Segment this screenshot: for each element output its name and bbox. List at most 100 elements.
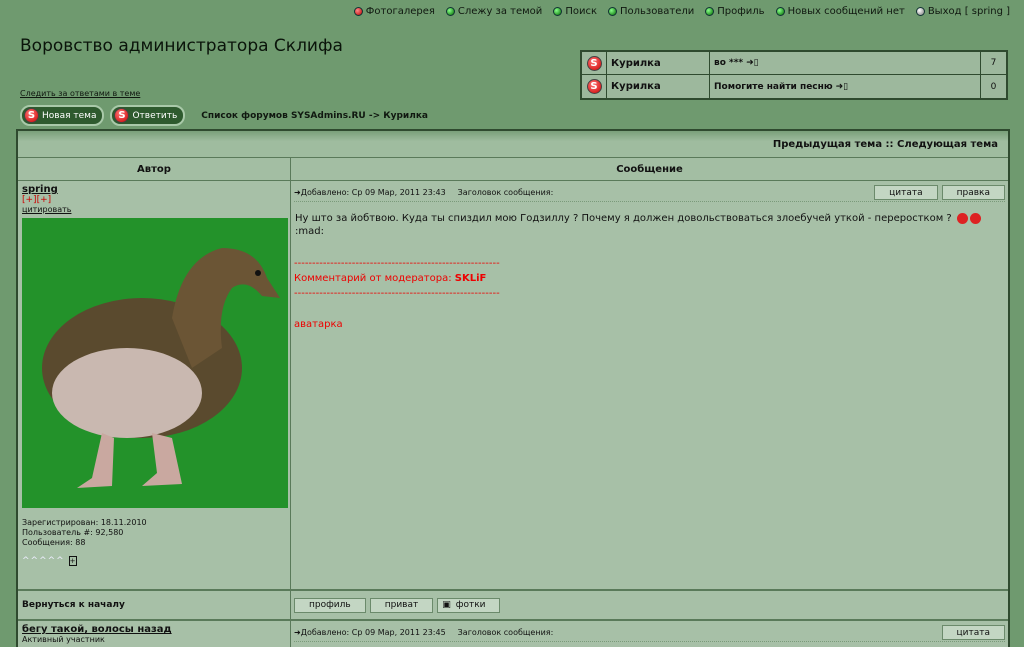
message-header: Сообщение — [616, 163, 683, 175]
top-nav: Фотогалерея Слежу за темой Поиск Пользов… — [353, 6, 1010, 17]
recent-count: 0 — [990, 81, 997, 92]
goose-avatar-image — [22, 218, 288, 508]
text-line: Ну што за йобтвою. Куда ты спиздил мою Г… — [295, 213, 952, 224]
reply-button[interactable]: S Ответить — [110, 105, 186, 126]
subject-label: Заголовок сообщения: — [457, 188, 554, 197]
camera-icon: ▣ — [442, 600, 451, 610]
quote-button[interactable]: цитата — [874, 185, 938, 200]
added-text: Добавлено: Ср 09 Мар, 2011 23:45 — [300, 628, 446, 637]
recent-topic-label: во *** — [714, 58, 744, 68]
green-ball-icon — [775, 7, 785, 16]
nav-label: Новых сообщений нет — [787, 6, 905, 17]
author-header: Автор — [18, 158, 291, 180]
author-name[interactable]: бегу такой, волосы назад — [22, 624, 286, 635]
post-footer: Вернуться к началу профиль приват ▣ фотки — [18, 591, 1008, 621]
recent-topics-box: S Курилка во *** ➜▯ 7 S Курилка Помогите … — [580, 50, 1008, 100]
post-body: ➜Добавлено: Ср 09 Мар, 2011 23:43 Заголо… — [291, 181, 1008, 589]
avatar — [22, 218, 288, 508]
nav-label: Фотогалерея — [365, 6, 435, 17]
rank-label: ^^^^^ — [22, 556, 65, 566]
mod-label: Комментарий от модератора: — [294, 273, 455, 284]
recent-row[interactable]: S Курилка во *** ➜▯ 7 — [582, 52, 1006, 75]
nav-profile[interactable]: Профиль — [705, 6, 765, 17]
added-text: Добавлено: Ср 09 Мар, 2011 23:43 — [300, 188, 446, 197]
post-header: ➜Добавлено: Ср 09 Мар, 2011 23:43 Заголо… — [294, 184, 1005, 202]
reputation-links[interactable]: [+][+] — [22, 195, 286, 205]
author-name[interactable]: spring — [22, 184, 286, 195]
green-ball-icon — [553, 7, 563, 16]
recent-count: 7 — [990, 58, 997, 68]
edit-button[interactable]: правка — [941, 185, 1005, 200]
registered-date: Зарегистрирован: 18.11.2010 — [22, 518, 147, 527]
post-date: ➜Добавлено: Ср 09 Мар, 2011 23:43 — [294, 188, 446, 197]
nav-label: Слежу за темой — [457, 6, 543, 17]
post-header: ➜Добавлено: Ср 09 Мар, 2011 23:45 Заголо… — [294, 624, 1005, 642]
action-bar: S Новая тема S Ответить Список форумов SYS… — [20, 105, 428, 126]
post-date: ➜Добавлено: Ср 09 Мар, 2011 23:45 — [294, 628, 446, 637]
reply-label: Ответить — [132, 110, 178, 121]
watch-topic-link[interactable]: Следить за ответами в теме — [20, 89, 140, 98]
nav-search[interactable]: Поиск — [553, 6, 597, 17]
recent-topic[interactable]: во *** ➜▯ — [710, 52, 981, 74]
s-logo-icon: S — [586, 55, 602, 71]
nav-label: Поиск — [565, 6, 597, 17]
separator: ----------------------------------------… — [294, 288, 500, 299]
separator: ----------------------------------------… — [294, 258, 500, 269]
clock-icon — [915, 7, 925, 16]
author-status: Активный участник — [22, 635, 105, 644]
user-number: Пользователь #: 92,580 — [22, 528, 124, 537]
breadcrumb[interactable]: Список форумов SYSAdmins.RU -> Курилка — [201, 111, 428, 121]
rank-stars: ^^^^^ + — [22, 556, 286, 566]
s-logo-icon: S — [114, 108, 130, 123]
recent-forum[interactable]: Курилка — [607, 75, 710, 98]
post-count: Сообщения: 88 — [22, 538, 86, 547]
post-body: ➜Добавлено: Ср 09 Мар, 2011 23:45 Заголо… — [291, 621, 1008, 647]
quote-link[interactable]: цитировать — [22, 205, 286, 214]
prev-next-nav[interactable]: Предыдущая тема :: Следующая тема — [18, 131, 1008, 158]
back-to-top[interactable]: Вернуться к началу — [18, 591, 291, 619]
topic-table: Предыдущая тема :: Следующая тема Автор … — [16, 129, 1010, 647]
green-ball-icon — [608, 7, 617, 16]
recent-topic[interactable]: Помогите найти песню ➜▯ — [710, 75, 981, 98]
goto-last-icon[interactable]: ➜▯ — [746, 58, 759, 68]
green-ball-icon — [705, 7, 715, 16]
new-topic-label: Новая тема — [42, 110, 97, 121]
mad-smiley-icon — [969, 212, 981, 224]
photos-button[interactable]: ▣ фотки — [437, 597, 501, 613]
subject-label: Заголовок сообщения: — [457, 628, 554, 637]
nav-new-messages[interactable]: Новых сообщений нет — [775, 6, 905, 17]
text-line: :mad: — [295, 226, 324, 237]
mad-smiley-icon — [956, 212, 968, 224]
post-author-panel: spring [+][+] цитировать Зарегистрирован… — [18, 181, 291, 589]
new-topic-button[interactable]: S Новая тема — [20, 105, 105, 126]
post-text: Ну што за йобтвою. Куда ты спиздил мою Г… — [294, 202, 1005, 238]
private-message-button[interactable]: приват — [369, 597, 434, 613]
green-ball-icon — [445, 7, 455, 16]
nav-label: Выход [ spring ] — [927, 6, 1010, 17]
post: бегу такой, волосы назад Активный участн… — [18, 621, 1008, 647]
nav-watching[interactable]: Слежу за темой — [445, 6, 543, 17]
recent-icon-cell: S — [582, 75, 607, 98]
mod-name: SKLiF — [454, 273, 487, 284]
quote-button[interactable]: цитата — [941, 625, 1005, 640]
s-logo-icon: S — [24, 108, 39, 123]
red-ball-icon — [353, 7, 363, 16]
nav-users[interactable]: Пользователи — [608, 6, 694, 17]
table-header: Автор Сообщение — [18, 158, 1008, 181]
mod-note: аватарка — [294, 319, 343, 330]
profile-button[interactable]: профиль — [294, 597, 366, 613]
goto-last-icon[interactable]: ➜▯ — [836, 82, 849, 92]
nav-photogallery[interactable]: Фотогалерея — [353, 6, 435, 17]
post-author-panel: бегу такой, волосы назад Активный участн… — [18, 621, 291, 647]
recent-topic-label: Помогите найти песню — [714, 81, 833, 92]
recent-forum[interactable]: Курилка — [607, 52, 710, 74]
author-meta: Зарегистрирован: 18.11.2010 Пользователь… — [22, 518, 286, 548]
nav-label: Пользователи — [620, 6, 695, 17]
post: spring [+][+] цитировать Зарегистрирован… — [18, 181, 1008, 591]
recent-icon-cell: S — [582, 52, 607, 74]
moderator-comment: ----------------------------------------… — [294, 256, 1005, 301]
nav-logout[interactable]: Выход [ spring ] — [915, 6, 1010, 17]
expand-icon[interactable]: + — [68, 556, 78, 566]
s-logo-icon: S — [586, 79, 602, 94]
recent-row[interactable]: S Курилка Помогите найти песню ➜▯ 0 — [582, 75, 1006, 98]
